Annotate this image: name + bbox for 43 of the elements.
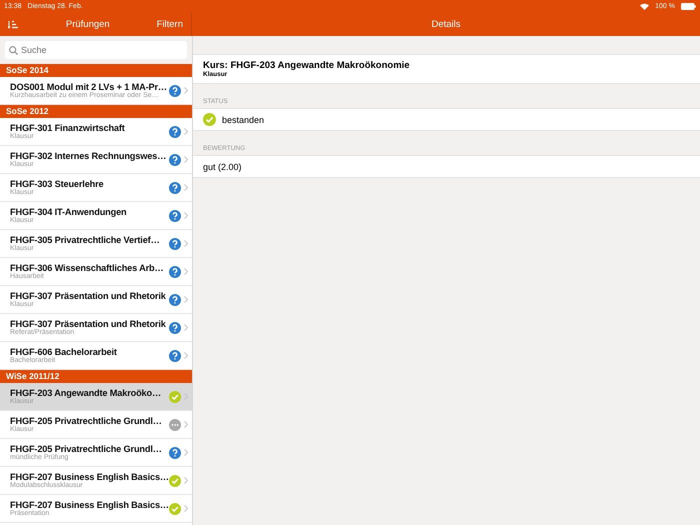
chevron-icon	[184, 449, 188, 456]
exam-title: FHGF-307 Präsentation und Rhetorik	[10, 291, 167, 301]
detail-title: Details	[431, 18, 461, 30]
chevron-icon	[184, 184, 188, 191]
exam-title: FHGF-207 Business English Basics…	[10, 500, 169, 510]
master-title: Prüfungen	[64, 18, 111, 30]
chevron-icon	[184, 87, 188, 94]
exam-title: FHGF-307 Präsentation und Rhetorik	[10, 319, 167, 329]
exam-title: DOS001 Modul mit 2 LVs + 1 MA-Pr…	[10, 82, 168, 92]
wifi-icon	[640, 2, 650, 10]
chevron-icon	[184, 324, 188, 331]
course-title: Kurs: FHGF-203 Angewandte Makroökonomie	[203, 60, 411, 71]
exam-title: FHGF-205 Privatrechtliche Grundl…	[10, 416, 163, 426]
chevron-icon	[184, 156, 188, 163]
exam-title: FHGF-304 IT-Anwendungen	[10, 207, 128, 217]
chevron-icon	[184, 477, 188, 484]
exam-title: FHGF-306 Wissenschaftliches Arb…	[10, 263, 165, 273]
exam-title: FHGF-207 Business English Basics…	[10, 472, 169, 482]
exam-title: FHGF-301 Finanzwirtschaft	[10, 123, 126, 133]
chevron-icon	[184, 296, 188, 303]
chevron-icon	[184, 421, 188, 428]
exam-title: FHGF-606 Bachelorarbeit	[10, 347, 118, 357]
exam-title: FHGF-305 Privatrechtliche Vertief…	[10, 235, 161, 245]
chevron-icon	[184, 128, 188, 135]
grade-value: gut (2.00)	[203, 162, 242, 172]
exam-title: FHGF-205 Privatrechtliche Grundl…	[10, 444, 163, 454]
search-icon	[9, 46, 18, 54]
exam-title: FHGF-302 Internes Rechnungswes…	[10, 151, 168, 161]
chevron-icon	[184, 505, 188, 512]
section-header: SoSe 2014	[0, 64, 192, 77]
section-header: SoSe 2012	[0, 105, 192, 118]
filter-button[interactable]: Filtern	[156, 18, 183, 30]
chevron-icon	[184, 240, 188, 247]
battery-icon	[681, 2, 696, 10]
search-field[interactable]: Suche	[5, 41, 187, 59]
section-header: WiSe 2011/12	[0, 370, 192, 383]
exam-title: FHGF-303 Steuerlehre	[10, 179, 105, 189]
status-value: bestanden	[222, 114, 264, 124]
chevron-icon	[184, 212, 188, 219]
chevron-icon	[184, 352, 188, 359]
exam-title: FHGF-203 Angewandte Makroöko…	[10, 388, 162, 398]
chevron-icon	[184, 268, 188, 275]
sort-icon[interactable]	[8, 20, 19, 28]
